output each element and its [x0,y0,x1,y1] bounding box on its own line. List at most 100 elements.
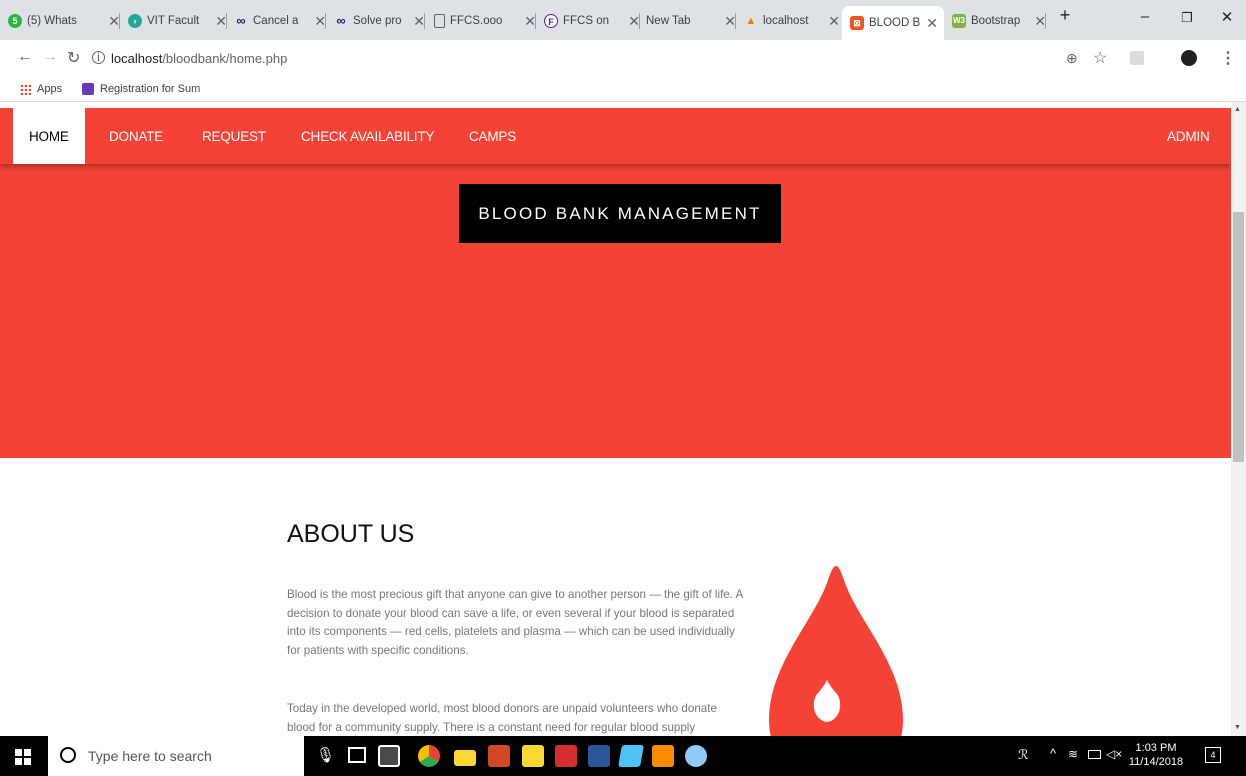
tab-title: (5) Whats [27,15,77,27]
taskbar-search[interactable]: Type here to search [48,736,304,776]
top-navbar: HOME DONATE REQUEST CHECK AVAILABILITY C… [0,108,1231,164]
powerpoint-icon[interactable] [488,745,510,767]
close-icon[interactable]: ✕ [215,13,227,30]
phpmyadmin-icon: ▲ [745,15,757,27]
new-tab-button[interactable]: + [1050,5,1080,26]
vit-icon: › [128,14,142,28]
task-view-icon[interactable] [348,747,366,763]
clock[interactable]: 1:03 PM 11/14/2018 [1128,741,1184,769]
web-page: HOME DONATE REQUEST CHECK AVAILABILITY C… [0,108,1231,736]
about-paragraph-1: Blood is the most precious gift that any… [287,588,743,657]
tab-title: FFCS on [563,15,610,27]
zoom-icon[interactable]: ⊕ [1066,50,1078,67]
close-icon[interactable]: ✕ [108,13,120,30]
search-placeholder: Type here to search [88,748,212,764]
about-heading: ABOUT US [287,520,415,548]
tab-title: BLOOD B [869,17,921,29]
bookmark-registration[interactable]: Registration for Sum [82,83,200,95]
scroll-down-icon[interactable]: ▼ [1234,724,1241,731]
tab-bootstrap[interactable]: W3 Bootstrap ✕ [952,8,1046,34]
minimize-button[interactable]: – [1130,8,1160,25]
app-icon[interactable] [618,745,644,767]
reload-icon[interactable]: ↻ [67,48,80,68]
battery-icon[interactable] [1088,750,1101,759]
wifi-icon[interactable]: ≋ [1068,747,1078,761]
tab-new-tab[interactable]: New Tab ✕ [646,8,736,34]
close-window-button[interactable]: ✕ [1212,8,1242,26]
close-icon[interactable]: ✕ [413,13,425,30]
tab-title: Cancel a [253,15,299,27]
restore-button[interactable]: ❐ [1172,10,1202,26]
forms-icon [82,83,94,95]
tab-cancel[interactable]: ∞ Cancel a ✕ [234,8,326,34]
tab-ffcs-ooo[interactable]: FFCS.ooo ✕ [434,8,536,34]
tab-ffcs-on[interactable]: F FFCS on ✕ [544,8,640,34]
document-icon [434,14,445,28]
bookmark-label: Registration for Sum [100,83,201,95]
tab-title: Solve pro [353,15,402,27]
clock-time: 1:03 PM [1135,742,1177,754]
windows-start-icon[interactable] [15,749,31,765]
hero-title: BLOOD BANK MANAGEMENT [459,184,781,243]
vertical-scrollbar[interactable]: ▲ ▼ [1231,102,1246,736]
extension-icon[interactable] [1130,51,1144,65]
close-icon[interactable]: ✕ [926,15,938,32]
menu-icon[interactable]: ⋮ [1220,48,1236,68]
tab-title: localhost [763,15,809,27]
nav-donate[interactable]: DONATE [109,108,163,164]
taskbar: Type here to search 🎙 ℛ ^ ≋ ◁× 1:03 PM 1… [0,736,1246,776]
nav-check-availability[interactable]: CHECK AVAILABILITY [301,108,434,164]
address-bar-row: ← → ↻ i localhost/bloodbank/home.php ⊕ ☆… [0,40,1246,77]
close-icon[interactable]: ✕ [724,13,736,30]
tab-whatsapp[interactable]: 5 (5) Whats ✕ [8,8,120,34]
tab-vit-faculty[interactable]: › VIT Facult ✕ [128,8,227,34]
notification-count: 4 [1210,750,1216,760]
hero-banner: BLOOD BANK MANAGEMENT [0,164,1231,458]
tab-strip: 5 (5) Whats ✕ › VIT Facult ✕ ∞ Cancel a … [0,0,1246,40]
photos-icon[interactable] [378,745,400,767]
app-icon[interactable] [685,745,707,767]
chrome-icon[interactable] [418,745,440,767]
tab-title: New Tab [646,15,691,27]
close-icon[interactable]: ✕ [524,13,536,30]
back-icon[interactable]: ← [17,48,33,66]
tab-title: VIT Facult [147,15,200,27]
profile-avatar-icon[interactable] [1181,50,1197,66]
tab-blood-bank[interactable]: ⊠ BLOOD B ✕ [842,6,944,40]
close-icon[interactable]: ✕ [828,13,840,30]
close-icon[interactable]: ✕ [628,13,640,30]
codechef-icon: ∞ [236,13,246,28]
blood-drop-icon [769,566,903,736]
about-paragraph-2: Today in the developed world, most blood… [287,702,717,734]
volume-icon[interactable]: ◁× [1106,747,1122,761]
word-icon[interactable] [588,745,610,767]
nav-home[interactable]: HOME [13,108,85,164]
scroll-up-icon[interactable]: ▲ [1234,106,1241,113]
url-host: localhost [111,51,163,66]
nav-admin[interactable]: ADMIN [1167,108,1210,164]
people-icon[interactable]: ℛ [1018,747,1028,763]
forward-icon[interactable]: → [42,48,58,66]
xampp-icon: ⊠ [850,16,864,30]
acrobat-icon[interactable] [555,745,577,767]
chevron-up-icon[interactable]: ^ [1050,746,1056,761]
url-field[interactable]: localhost/bloodbank/home.php [111,51,287,66]
apps-grid-icon [20,83,31,95]
bookmarks-bar: Apps Registration for Sum [0,77,1246,102]
tab-title: FFCS.ooo [450,15,503,27]
nav-camps[interactable]: CAMPS [469,108,516,164]
sticky-notes-icon[interactable] [522,745,544,767]
action-center-icon[interactable]: 4 [1205,747,1221,763]
nav-request[interactable]: REQUEST [202,108,266,164]
microphone-icon[interactable]: 🎙 [316,746,335,764]
xampp-icon[interactable] [652,745,674,767]
file-explorer-icon[interactable] [454,750,476,766]
tab-localhost[interactable]: ▲ localhost ✕ [744,8,840,34]
close-icon[interactable]: ✕ [314,13,326,30]
bookmark-star-icon[interactable]: ☆ [1093,48,1107,68]
info-icon[interactable]: i [92,51,105,64]
tab-solve[interactable]: ∞ Solve pro ✕ [334,8,425,34]
bookmark-apps[interactable]: Apps [20,83,62,95]
close-icon[interactable]: ✕ [1034,13,1046,30]
scrollbar-thumb[interactable] [1233,212,1244,462]
